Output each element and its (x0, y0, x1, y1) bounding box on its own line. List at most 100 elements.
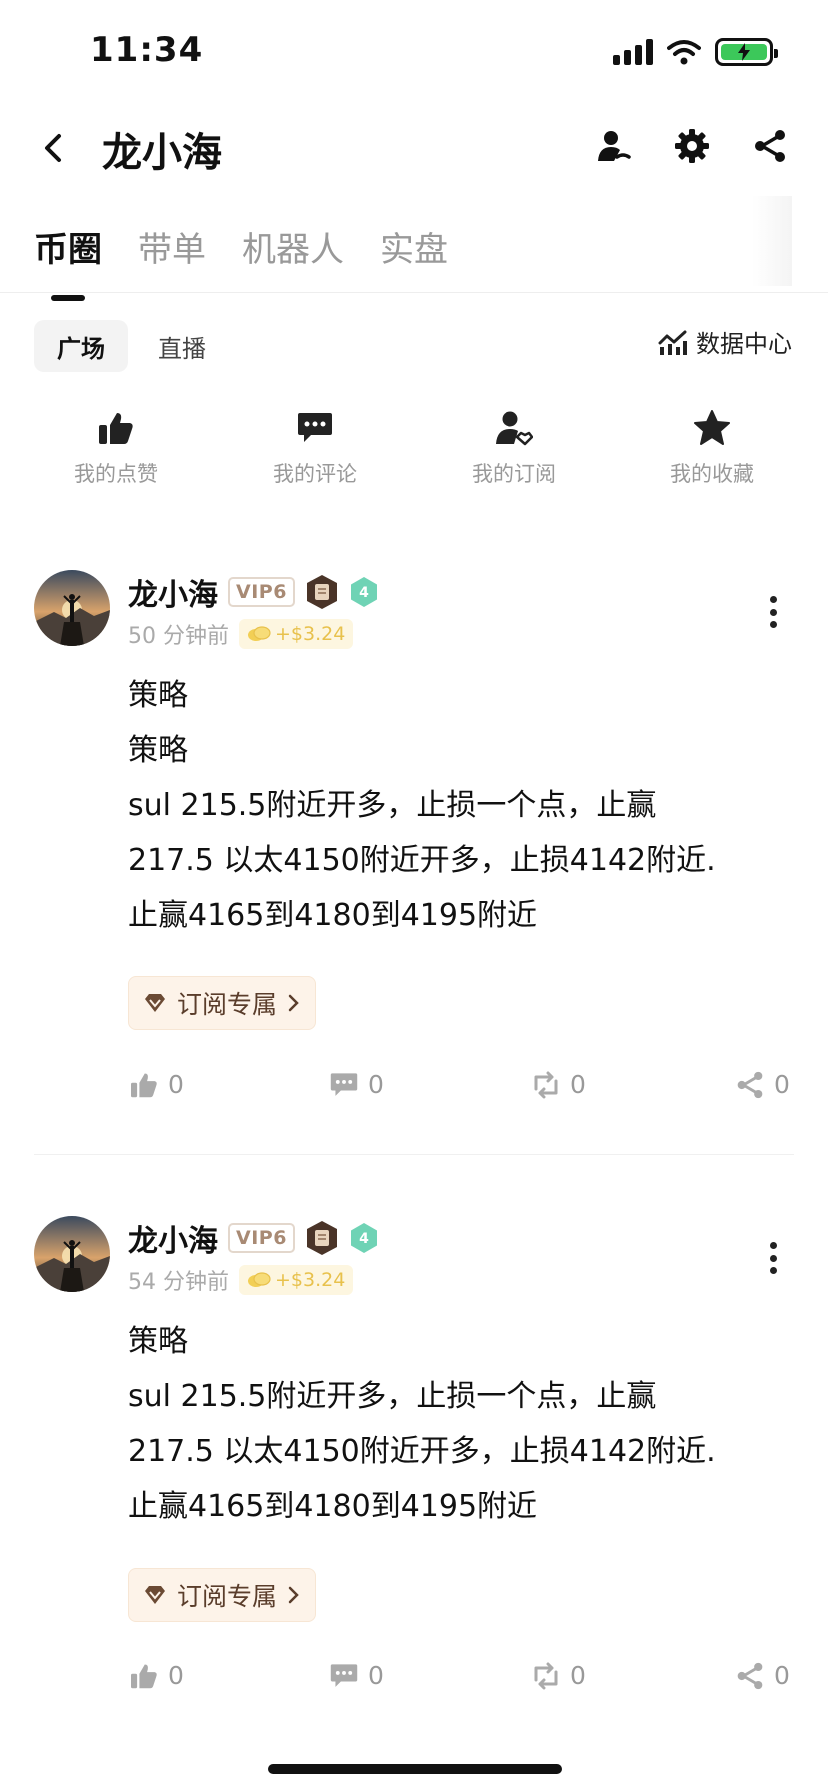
avatar-image (34, 570, 110, 646)
level-badge-icon: 4 (350, 577, 377, 607)
back-button[interactable] (34, 128, 74, 168)
tab-coin-circle[interactable]: 币圈 (34, 222, 102, 289)
more-options-button[interactable] (758, 592, 788, 632)
diamond-icon (145, 1586, 165, 1604)
share-icon (755, 130, 785, 162)
divider (0, 292, 828, 293)
share-icon (737, 1662, 763, 1689)
status-time: 11:34 (90, 30, 204, 70)
coins-icon (248, 1272, 271, 1287)
post-text-line: 止赢4165到4180到4195附近 (128, 1489, 538, 1524)
post-text-line: 止赢4165到4180到4195附近 (128, 898, 538, 933)
subscribe-exclusive-label: 订阅专属 (177, 1582, 278, 1611)
share-count: 0 (774, 1070, 790, 1099)
wifi-icon (667, 40, 701, 65)
chart-icon (658, 330, 687, 355)
my-favorites-label: 我的收藏 (670, 462, 754, 486)
comment-count: 0 (368, 1070, 384, 1099)
repost-count: 0 (570, 1661, 586, 1690)
post-text-line: 策略 (128, 1324, 188, 1359)
repost-count: 0 (570, 1070, 586, 1099)
status-icons (613, 38, 778, 66)
author-name[interactable]: 龙小海 (128, 570, 218, 614)
user-icon (598, 131, 631, 161)
avatar-image (34, 1216, 110, 1292)
avatar[interactable] (34, 570, 110, 646)
star-icon (694, 410, 730, 445)
subscribe-user-icon (496, 411, 533, 446)
repost-button[interactable]: 0 (532, 1070, 586, 1099)
my-comments-label: 我的评论 (273, 462, 357, 486)
cellular-signal-icon (613, 39, 653, 65)
thumbs-up-icon (131, 1073, 157, 1097)
comment-button[interactable]: 0 (330, 1070, 384, 1099)
settings-button[interactable] (672, 126, 712, 166)
chevron-right-icon (288, 994, 299, 1012)
post-share-button[interactable]: 0 (736, 1661, 790, 1690)
subscribe-exclusive-button[interactable]: 订阅专属 (128, 1568, 317, 1622)
post-author-row: 龙小海 VIP6 4 (128, 570, 379, 614)
svg-text:4: 4 (359, 585, 369, 601)
page-title: 龙小海 (102, 130, 222, 176)
medal-badge-icon (306, 1221, 337, 1255)
author-name[interactable]: 龙小海 (128, 1216, 218, 1260)
post-share-button[interactable]: 0 (736, 1070, 790, 1099)
my-subscriptions-button[interactable]: 我的订阅 (434, 408, 594, 488)
post-meta-row: 54 分钟前 +$3.24 (128, 1264, 354, 1296)
post-divider (34, 1154, 794, 1155)
my-subscriptions-label: 我的订阅 (472, 462, 556, 486)
battery-icon (715, 38, 778, 66)
post-text-line: sul 215.5附近开多，止损一个点，止赢 (128, 788, 657, 823)
tab-copy-trade[interactable]: 带单 (138, 222, 206, 289)
share-button[interactable] (750, 126, 790, 166)
post-text-line: 217.5 以太4150附近开多，止损4142附近. (128, 843, 716, 878)
thumbs-up-icon (99, 413, 133, 444)
post-content: 策略 sul 215.5附近开多，止损一个点，止赢 217.5 以太4150附近… (128, 1314, 716, 1534)
vip-badge: VIP6 (228, 1223, 295, 1253)
reward-amount: +$3.24 (275, 623, 346, 645)
home-indicator[interactable] (268, 1764, 562, 1774)
post-text-line: 217.5 以太4150附近开多，止损4142附近. (128, 1434, 716, 1469)
comment-button[interactable]: 0 (330, 1661, 384, 1690)
my-likes-button[interactable]: 我的点赞 (36, 408, 196, 488)
post-meta-row: 50 分钟前 +$3.24 (128, 618, 354, 650)
tab-robot[interactable]: 机器人 (242, 222, 344, 289)
my-comments-button[interactable]: 我的评论 (235, 408, 395, 488)
post-time: 54 分钟前 (128, 1270, 229, 1295)
like-count: 0 (168, 1661, 184, 1690)
subscribe-exclusive-button[interactable]: 订阅专属 (128, 976, 317, 1030)
comment-icon (298, 413, 332, 442)
vip-badge: VIP6 (228, 577, 295, 607)
reward-amount: +$3.24 (275, 1269, 346, 1291)
like-button[interactable]: 0 (130, 1070, 184, 1099)
top-tabs: 币圈 带单 机器人 实盘 (34, 222, 448, 289)
post-author-row: 龙小海 VIP6 4 (128, 1216, 379, 1260)
diamond-icon (145, 994, 165, 1012)
share-count: 0 (774, 1661, 790, 1690)
user-settings-button[interactable] (594, 126, 634, 166)
gear-icon (675, 129, 709, 163)
chevron-right-icon (288, 1586, 299, 1604)
comment-icon (330, 1663, 358, 1687)
repost-icon (534, 1662, 558, 1689)
my-favorites-button[interactable]: 我的收藏 (632, 408, 792, 488)
avatar[interactable] (34, 1216, 110, 1292)
repost-button[interactable]: 0 (532, 1661, 586, 1690)
thumbs-up-icon (131, 1664, 157, 1688)
comment-icon (330, 1072, 358, 1096)
post-text-line: sul 215.5附近开多，止损一个点，止赢 (128, 1379, 657, 1414)
tab-live-trading[interactable]: 实盘 (380, 222, 448, 289)
chevron-left-icon (45, 134, 61, 162)
sub-tab-square[interactable]: 广场 (34, 320, 128, 372)
more-options-button[interactable] (758, 1238, 788, 1278)
like-count: 0 (168, 1070, 184, 1099)
post-text-line: 策略 (128, 678, 188, 713)
post-time: 50 分钟前 (128, 624, 229, 649)
reward-badge: +$3.24 (239, 1265, 354, 1295)
like-button[interactable]: 0 (130, 1661, 184, 1690)
sub-tab-live[interactable]: 直播 (158, 320, 206, 372)
data-center-link[interactable]: 数据中心 (658, 324, 792, 359)
share-icon (737, 1071, 763, 1098)
post-text-line: 策略 (128, 733, 188, 768)
post-content: 策略 策略 sul 215.5附近开多，止损一个点，止赢 217.5 以太415… (128, 668, 716, 943)
